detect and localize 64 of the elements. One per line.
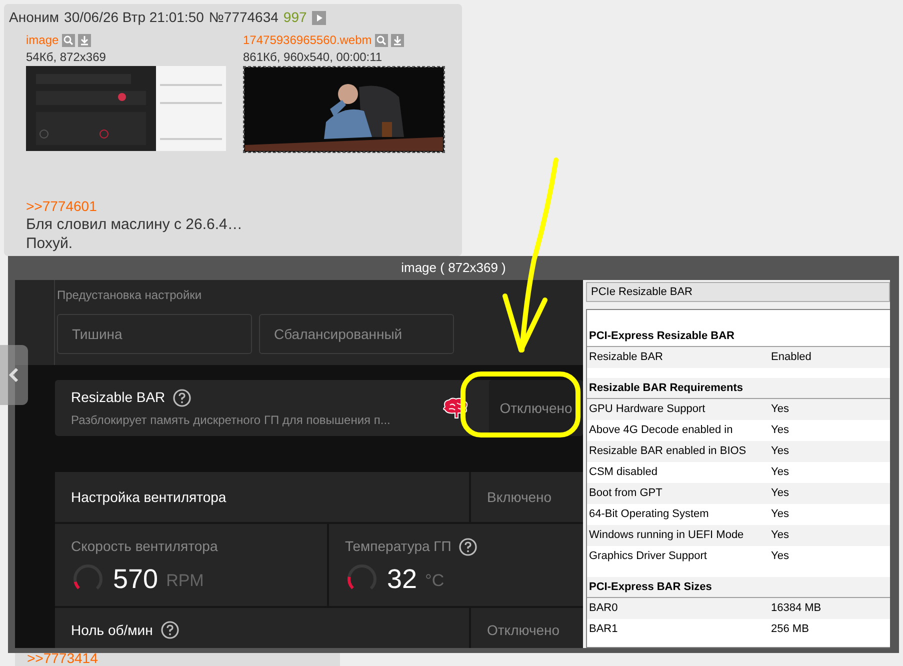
property-value: Yes <box>771 423 789 438</box>
property-value: Yes <box>771 444 789 459</box>
gauge-value: 32 <box>387 564 418 594</box>
gauge-label: Скорость вентилятора <box>71 537 218 556</box>
property-value: Yes <box>771 402 789 417</box>
download-icon[interactable] <box>390 34 404 46</box>
property-name: Graphics Driver Support <box>589 549 708 564</box>
property-name: GPU Hardware Support <box>589 402 706 417</box>
property-name: BAR1 <box>589 622 619 637</box>
preset-button[interactable]: Сбалансированный <box>259 314 454 354</box>
help-icon[interactable] <box>160 621 179 639</box>
property-value: Enabled <box>771 350 812 365</box>
help-icon[interactable] <box>173 388 192 406</box>
property-value: 16384 MB <box>771 601 822 616</box>
file-link[interactable]: image <box>26 31 59 49</box>
post-text: Бля словил маслину с 26.6.4… Похуй. <box>25 215 244 253</box>
previous-button[interactable] <box>0 345 28 405</box>
status-button[interactable]: Включено <box>471 472 583 522</box>
status-button[interactable]: Отключено <box>471 608 583 648</box>
gauge-value: 570 <box>113 564 158 594</box>
property-name: Above 4G Decode enabled in <box>589 423 734 438</box>
file-meta: 861Кб, 960x540, 00:00:11 <box>243 49 384 65</box>
search-icon[interactable] <box>374 34 388 46</box>
reply-link[interactable]: >>7773414 <box>27 651 340 666</box>
chevron-left-icon <box>9 367 19 383</box>
property-value: Yes <box>771 507 789 522</box>
property-name: Resizable BAR enabled in BIOS <box>589 444 748 459</box>
property-name: CSM disabled <box>589 465 658 480</box>
gauge-unit: RPM <box>166 570 204 592</box>
property-value: Yes <box>771 549 789 564</box>
property-name: Windows running in UEFI Mode <box>589 528 745 543</box>
section-header: PCI-Express BAR Sizes <box>587 577 890 598</box>
play-icon[interactable] <box>312 10 326 24</box>
property-name: Resizable BAR <box>589 350 664 365</box>
gauge-unit: °C <box>425 570 444 592</box>
post-number[interactable]: №7774634 <box>208 7 278 28</box>
property-name: 64-Bit Operating System <box>589 507 710 522</box>
help-icon[interactable] <box>459 538 478 556</box>
reply-link[interactable]: >>7774601 <box>4 153 462 215</box>
setting-title: Настройка вентилятора <box>71 488 226 507</box>
property-value: Yes <box>771 465 789 480</box>
preset-button[interactable]: Тишина <box>57 314 252 354</box>
status-button[interactable]: Отключено <box>489 380 583 436</box>
setting-title: Resizable BAR <box>71 388 166 407</box>
post-date: 30/06/26 Втр 21:01:50 <box>64 8 204 27</box>
setting-description: Разблокирует память дискретного ГП для повышения п... <box>71 412 392 429</box>
property-value: Yes <box>771 486 789 501</box>
setting-title: Ноль об/мин <box>71 620 153 640</box>
author-name: Аноним <box>9 8 60 27</box>
download-icon[interactable] <box>78 34 91 46</box>
section-header: Resizable BAR Requirements <box>587 378 890 399</box>
property-name: BAR0 <box>589 601 619 616</box>
property-name: Boot from GPT <box>589 486 664 501</box>
property-value: Yes <box>771 528 789 543</box>
dropdown[interactable]: PCIe Resizable BAR <box>586 282 890 302</box>
gauge-label: Температура ГП <box>345 537 452 556</box>
file-meta: 54Кб, 872x369 <box>26 49 107 65</box>
property-value: 256 MB <box>771 622 809 637</box>
post-count: 997 <box>283 8 307 27</box>
section-label: Предустановка настройки <box>57 287 203 304</box>
viewer-title: image ( 872x369 ) <box>401 259 506 278</box>
brain-icon <box>441 397 469 419</box>
search-icon[interactable] <box>62 34 75 46</box>
file-link[interactable]: 17475936965560.webm <box>243 31 372 49</box>
